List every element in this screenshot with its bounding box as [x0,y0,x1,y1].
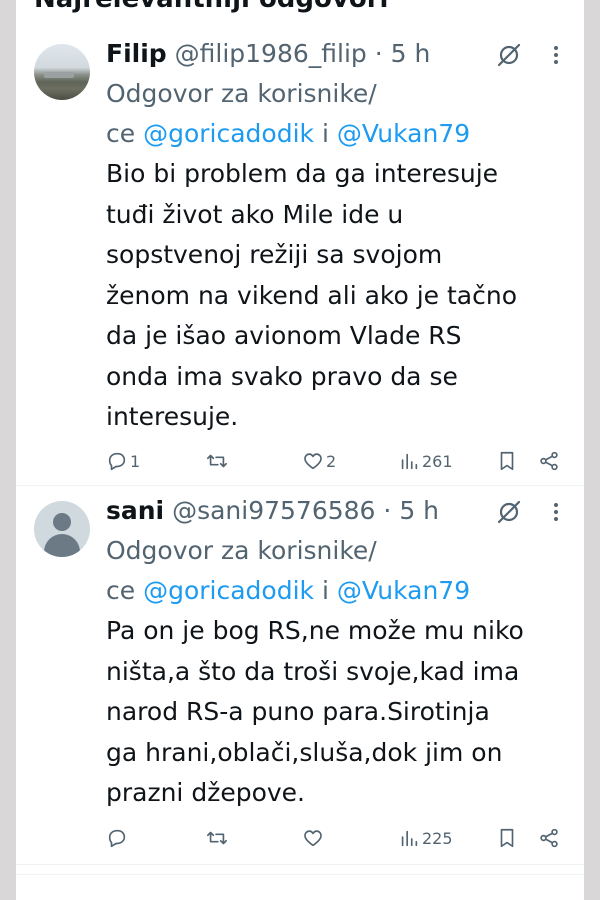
bookmark-button[interactable] [496,446,518,476]
retweet-button[interactable] [206,446,230,476]
tweet-text-line: ženom na vikend ali ako je tačno [106,280,518,310]
views-count: 261 [422,451,453,471]
grok-icon[interactable] [496,499,522,525]
heart-icon [304,453,322,470]
tweet-text: Bio bi problem da ga interesuje tuđi živ… [106,154,568,438]
action-bar: 1 2 261 [106,446,566,476]
grok-icon[interactable] [496,42,522,68]
separator-dot: · [374,39,383,68]
tweet-header: Filip @filip1986_filip · 5 h [106,38,430,70]
more-options-icon[interactable] [546,499,566,525]
tweet-text-line: Pa on je bog RS,ne može mu niko [106,616,524,645]
author-name[interactable]: sani [106,496,164,525]
analytics-icon [401,453,418,470]
tweet-text-line: da je išao avionom Vlade RS [106,321,462,350]
tweet-text-line: ništa,a što da troši svoje,kad ima [106,656,520,686]
author-handle[interactable]: @sani97576586 [172,496,375,525]
tweet-text-line: ga hrani,oblači,sluša,dok jim on [106,737,503,767]
share-icon [540,828,558,848]
views-button[interactable]: 225 [398,823,453,853]
tweet-text-line: narod RS-a puno para.Sirotinja [106,697,490,726]
action-bar: 225 [106,823,566,853]
reply-icon [108,829,126,848]
tweet-text-line: tuđi život ako Mile ide u [106,199,404,229]
like-button[interactable] [302,823,326,853]
bookmark-icon [500,828,514,848]
reply-prefix: Odgovor za korisnike/ [106,79,377,108]
avatar[interactable] [34,44,90,100]
analytics-icon [401,830,418,847]
avatar[interactable] [34,501,90,557]
mention-link[interactable]: @goricadodik [143,119,314,148]
views-count: 225 [422,828,453,848]
share-button[interactable] [538,446,560,476]
more-options-icon[interactable] [546,42,566,68]
like-count: 2 [326,451,337,471]
reply-button[interactable]: 1 [106,446,140,476]
author-handle[interactable]: @filip1986_filip [175,39,367,68]
replies-panel: Najrelevantniji odgovori Filip @filip198… [16,0,584,900]
reply-conjunction: i [314,576,337,605]
bookmark-button[interactable] [496,823,518,853]
divider [16,874,584,875]
reply-context: Odgovor za korisnike/ ce @goricadodik i … [106,74,546,154]
tweet-text-line: prazni džepove. [106,778,305,807]
like-button[interactable]: 2 [302,446,336,476]
share-button[interactable] [538,823,560,853]
reply-conjunction: i [314,119,337,148]
reply-icon [108,452,126,471]
timestamp[interactable]: 5 h [399,496,439,525]
reply-count: 1 [130,451,141,471]
share-icon [540,451,558,471]
reply-button[interactable] [106,823,130,853]
mention-link[interactable]: @goricadodik [143,576,314,605]
tweet-card[interactable]: Filip @filip1986_filip · 5 h Odgovor za … [16,30,584,486]
retweet-button[interactable] [206,823,230,853]
tweet-text: Pa on je bog RS,ne može mu niko ništa,a … [106,611,568,814]
reply-prefix-cont: ce [106,576,144,605]
reply-prefix: Odgovor za korisnike/ [106,536,377,565]
reply-prefix-cont: ce [106,119,144,148]
retweet-icon [207,454,227,468]
bookmark-icon [500,451,514,471]
tweet-text-line: sopstvenoj režiji sa svojom [106,240,443,269]
tweet-card[interactable]: sani @sani97576586 · 5 h Odgovor za kori… [16,487,584,865]
heart-icon [304,830,322,847]
views-button[interactable]: 261 [398,446,453,476]
tweet-text-line: interesuje. [106,402,239,431]
author-name[interactable]: Filip [106,39,167,68]
mention-link[interactable]: @Vukan79 [337,576,470,605]
reply-context: Odgovor za korisnike/ ce @goricadodik i … [106,531,546,611]
tweet-text-line: onda ima svako pravo da se [106,361,458,391]
mention-link[interactable]: @Vukan79 [337,119,470,148]
retweet-icon [207,831,227,845]
tweet-header: sani @sani97576586 · 5 h [106,495,439,527]
section-title: Najrelevantniji odgovori [34,0,388,14]
tweet-text-line: Bio bi problem da ga interesuje [106,159,499,188]
timestamp[interactable]: 5 h [391,39,431,68]
separator-dot: · [383,496,392,525]
